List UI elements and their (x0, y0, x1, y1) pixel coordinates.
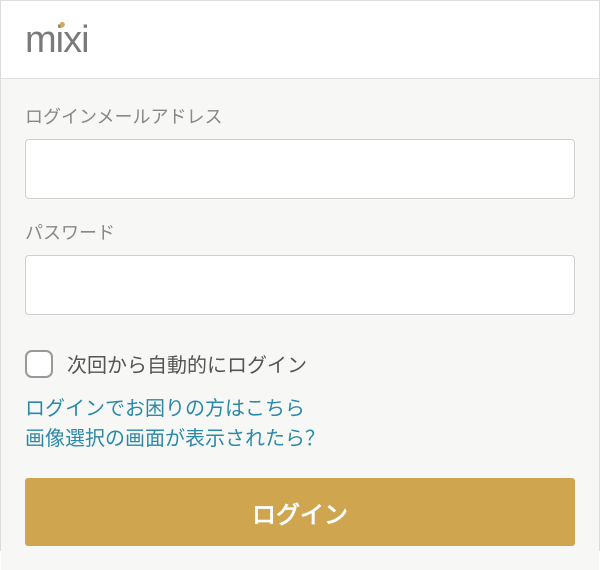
login-form: ログインメールアドレス パスワード 次回から自動的にログイン ログインでお困りの… (1, 79, 599, 570)
remember-label[interactable]: 次回から自動的にログイン (67, 349, 307, 378)
help-link-trouble[interactable]: ログインでお困りの方はこちら (25, 394, 575, 424)
remember-checkbox[interactable] (25, 350, 53, 378)
header: mi●xi (1, 1, 599, 79)
remember-row: 次回から自動的にログイン (25, 349, 575, 378)
password-label: パスワード (25, 219, 575, 245)
help-links: ログインでお困りの方はこちら 画像選択の画面が表示されたら？ (25, 394, 575, 454)
email-label: ログインメールアドレス (25, 103, 575, 129)
login-button[interactable]: ログイン (25, 478, 575, 546)
mixi-logo: mi●xi (25, 19, 575, 62)
login-container: mi●xi ログインメールアドレス パスワード 次回から自動的にログイン ログイ… (0, 0, 600, 551)
email-input[interactable] (25, 139, 575, 199)
password-input[interactable] (25, 255, 575, 315)
help-link-image-select[interactable]: 画像選択の画面が表示されたら？ (25, 424, 575, 454)
